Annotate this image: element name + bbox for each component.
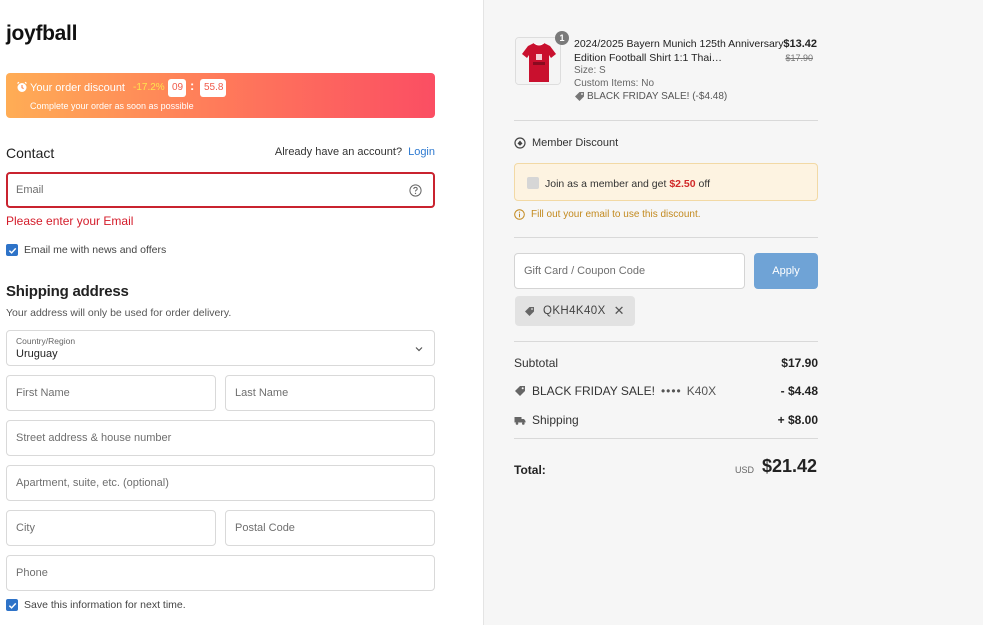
first-name-field[interactable]: First Name xyxy=(6,375,216,411)
tag-icon xyxy=(575,92,584,101)
coupon-placeholder: Gift Card / Coupon Code xyxy=(524,265,646,277)
postal-code-field[interactable]: Postal Code xyxy=(225,510,435,546)
discount-label-group: BLACK FRIDAY SALE! •••• K40X xyxy=(514,384,716,398)
subtotal-label: Subtotal xyxy=(514,356,559,370)
checkmark-icon xyxy=(8,247,16,254)
member-note-text: Fill out your email to use this discount… xyxy=(531,209,701,220)
subtotal-value: $17.90 xyxy=(781,356,818,370)
applied-coupon-code: QKH4K40X xyxy=(543,305,606,317)
email-field[interactable]: Email xyxy=(6,172,435,208)
member-discount-note: Fill out your email to use this discount… xyxy=(514,209,701,220)
total-label: Total: xyxy=(514,463,546,477)
join-member-offer[interactable]: Join as a member and get $2.50 off xyxy=(514,163,818,201)
applied-coupon-tag: QKH4K40X ✕ xyxy=(515,296,635,326)
discount-code-suffix: K40X xyxy=(686,384,717,398)
shipping-label: Shipping xyxy=(532,413,579,427)
join-member-checkbox[interactable] xyxy=(527,177,539,189)
info-icon xyxy=(514,209,525,220)
country-select[interactable]: Country/Region Uruguay xyxy=(6,330,435,366)
contact-heading: Contact xyxy=(6,145,55,161)
product-original-price: $17.90 xyxy=(785,53,813,63)
first-name-placeholder: First Name xyxy=(16,387,70,399)
order-summary-panel: 1 2024/2025 Bayern Munich 125th Annivers… xyxy=(483,0,983,625)
alarm-clock-icon xyxy=(17,81,27,92)
login-link[interactable]: Login xyxy=(408,146,435,158)
email-error-message: Please enter your Email xyxy=(6,214,134,228)
timer-seconds: 55.8 xyxy=(200,79,226,97)
discount-title: Your order discount xyxy=(30,82,125,94)
checkout-form-panel: joyfball Your order discount -17.2% 09 :… xyxy=(0,0,483,625)
apartment-placeholder: Apartment, suite, etc. (optional) xyxy=(16,477,169,489)
apply-coupon-button[interactable]: Apply xyxy=(754,253,818,289)
chevron-down-icon xyxy=(415,347,423,352)
truck-icon xyxy=(514,417,526,425)
apartment-field[interactable]: Apartment, suite, etc. (optional) xyxy=(6,465,435,501)
timer-separator: : xyxy=(190,78,195,93)
discount-percent: -17.2% xyxy=(133,82,165,93)
news-label: Email me with news and offers xyxy=(24,244,167,256)
news-checkbox[interactable] xyxy=(6,244,18,256)
discount-name: BLACK FRIDAY SALE! xyxy=(532,384,655,398)
postal-code-placeholder: Postal Code xyxy=(235,522,295,534)
product-promo-text: BLACK FRIDAY SALE! (-$4.48) xyxy=(587,91,728,102)
phone-field[interactable]: Phone xyxy=(6,555,435,591)
account-prompt: Already have an account? Login xyxy=(275,146,435,158)
tag-icon xyxy=(515,386,525,396)
last-name-field[interactable]: Last Name xyxy=(225,375,435,411)
country-value: Uruguay xyxy=(16,348,58,360)
total-currency: USD xyxy=(735,465,755,475)
product-title: 2024/2025 Bayern Munich 125th Anniversar… xyxy=(574,38,784,64)
divider xyxy=(514,341,818,342)
shipping-subtitle: Your address will only be used for order… xyxy=(6,307,232,319)
street-field[interactable]: Street address & house number xyxy=(6,420,435,456)
coupon-input[interactable]: Gift Card / Coupon Code xyxy=(514,253,745,289)
discount-value: - $4.48 xyxy=(780,384,818,398)
member-discount-heading: Member Discount xyxy=(514,137,618,149)
shipping-heading: Shipping address xyxy=(6,283,129,300)
total-value: $21.42 xyxy=(761,456,817,476)
remove-coupon-close-icon[interactable]: ✕ xyxy=(614,303,625,319)
product-custom-items: Custom Items: No xyxy=(574,78,655,89)
help-circle-icon[interactable] xyxy=(409,184,422,197)
save-info-optin[interactable]: Save this information for next time. xyxy=(6,599,186,611)
account-prompt-text: Already have an account? xyxy=(274,146,403,158)
football-shirt-icon xyxy=(516,38,560,84)
join-member-prefix: Join as a member and get xyxy=(545,178,667,190)
product-price: $13.42 xyxy=(783,38,817,50)
timer-minutes: 09 xyxy=(168,79,186,97)
product-thumbnail xyxy=(515,37,561,85)
email-placeholder: Email xyxy=(16,184,44,196)
checkmark-icon xyxy=(8,602,16,609)
save-info-checkbox[interactable] xyxy=(6,599,18,611)
country-label: Country/Region xyxy=(16,336,76,346)
discount-code-mask: •••• xyxy=(660,384,682,398)
quantity-badge: 1 xyxy=(555,31,569,45)
last-name-placeholder: Last Name xyxy=(235,387,289,399)
shipping-value: + $8.00 xyxy=(777,413,818,427)
order-discount-banner: Your order discount -17.2% 09 : 55.8 Com… xyxy=(6,73,435,118)
store-logo[interactable]: joyfball xyxy=(6,22,77,46)
street-placeholder: Street address & house number xyxy=(16,432,172,444)
join-member-text: Join as a member and get $2.50 off xyxy=(545,178,710,190)
product-size: Size: S xyxy=(574,65,606,76)
save-info-label: Save this information for next time. xyxy=(24,599,186,611)
product-promo: BLACK FRIDAY SALE! (-$4.48) xyxy=(574,91,727,102)
member-badge-icon xyxy=(514,137,526,149)
member-discount-title: Member Discount xyxy=(532,137,619,149)
discount-subtitle: Complete your order as soon as possible xyxy=(30,101,194,111)
shipping-label-group: Shipping xyxy=(514,413,579,427)
news-optin[interactable]: Email me with news and offers xyxy=(6,244,166,256)
join-member-amount: $2.50 xyxy=(669,178,696,190)
divider xyxy=(514,120,818,121)
city-placeholder: City xyxy=(16,522,35,534)
city-field[interactable]: City xyxy=(6,510,216,546)
tag-icon xyxy=(525,306,534,316)
phone-placeholder: Phone xyxy=(16,567,48,579)
join-member-suffix: off xyxy=(698,178,711,190)
divider xyxy=(514,237,818,238)
divider xyxy=(514,438,818,439)
